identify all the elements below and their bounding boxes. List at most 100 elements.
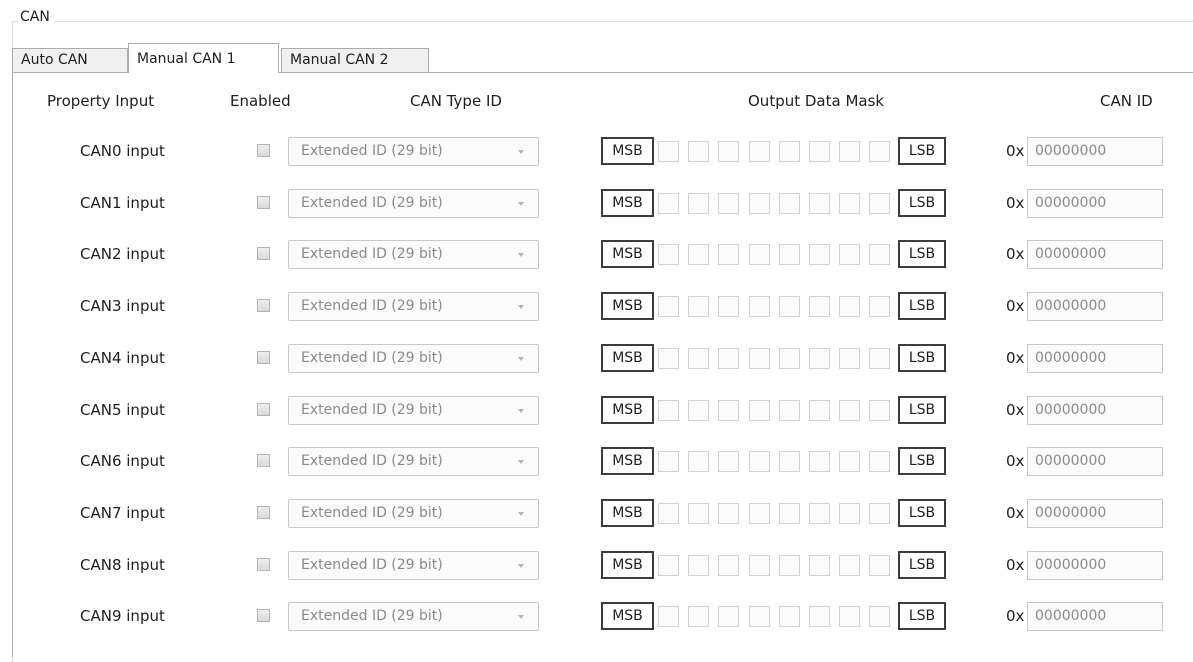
mask-bit-4[interactable] — [779, 348, 800, 369]
can-type-id-dropdown[interactable]: Extended ID (29 bit) — [288, 137, 539, 166]
tab-auto-can[interactable]: Auto CAN — [12, 48, 128, 72]
mask-bit-7[interactable] — [869, 141, 890, 162]
mask-bit-7[interactable] — [869, 400, 890, 421]
enabled-checkbox[interactable] — [257, 247, 270, 260]
mask-bit-2[interactable] — [718, 296, 739, 317]
can-type-id-dropdown[interactable]: Extended ID (29 bit) — [288, 292, 539, 321]
mask-bit-0[interactable] — [658, 503, 679, 524]
mask-bit-3[interactable] — [749, 451, 770, 472]
mask-bit-4[interactable] — [779, 503, 800, 524]
mask-bit-3[interactable] — [749, 296, 770, 317]
mask-bit-2[interactable] — [718, 244, 739, 265]
mask-bit-5[interactable] — [809, 503, 830, 524]
mask-bit-4[interactable] — [779, 400, 800, 421]
mask-bit-4[interactable] — [779, 606, 800, 627]
mask-bit-4[interactable] — [779, 296, 800, 317]
mask-bit-5[interactable] — [809, 451, 830, 472]
mask-bit-0[interactable] — [658, 244, 679, 265]
mask-bit-3[interactable] — [749, 555, 770, 576]
mask-bit-7[interactable] — [869, 555, 890, 576]
mask-bit-0[interactable] — [658, 400, 679, 421]
enabled-checkbox[interactable] — [257, 609, 270, 622]
can-type-id-dropdown[interactable]: Extended ID (29 bit) — [288, 499, 539, 528]
mask-bit-6[interactable] — [839, 348, 860, 369]
mask-bit-7[interactable] — [869, 193, 890, 214]
mask-bit-2[interactable] — [718, 606, 739, 627]
can-id-input[interactable]: 00000000 — [1027, 240, 1163, 269]
can-type-id-dropdown[interactable]: Extended ID (29 bit) — [288, 240, 539, 269]
mask-bit-3[interactable] — [749, 606, 770, 627]
mask-bit-5[interactable] — [809, 296, 830, 317]
enabled-checkbox[interactable] — [257, 196, 270, 209]
enabled-checkbox[interactable] — [257, 144, 270, 157]
enabled-checkbox[interactable] — [257, 351, 270, 364]
mask-bit-3[interactable] — [749, 503, 770, 524]
mask-bit-2[interactable] — [718, 348, 739, 369]
mask-bit-6[interactable] — [839, 503, 860, 524]
can-type-id-dropdown[interactable]: Extended ID (29 bit) — [288, 344, 539, 373]
mask-bit-6[interactable] — [839, 141, 860, 162]
mask-bit-1[interactable] — [688, 555, 709, 576]
mask-bit-7[interactable] — [869, 503, 890, 524]
can-id-input[interactable]: 00000000 — [1027, 292, 1163, 321]
mask-bit-0[interactable] — [658, 555, 679, 576]
mask-bit-1[interactable] — [688, 244, 709, 265]
tab-manual-can-2[interactable]: Manual CAN 2 — [281, 48, 429, 72]
mask-bit-7[interactable] — [869, 244, 890, 265]
mask-bit-5[interactable] — [809, 400, 830, 421]
mask-bit-1[interactable] — [688, 451, 709, 472]
mask-bit-3[interactable] — [749, 193, 770, 214]
mask-bit-4[interactable] — [779, 451, 800, 472]
can-type-id-dropdown[interactable]: Extended ID (29 bit) — [288, 602, 539, 631]
mask-bit-0[interactable] — [658, 193, 679, 214]
mask-bit-7[interactable] — [869, 606, 890, 627]
mask-bit-5[interactable] — [809, 244, 830, 265]
mask-bit-4[interactable] — [779, 141, 800, 162]
mask-bit-2[interactable] — [718, 451, 739, 472]
mask-bit-3[interactable] — [749, 141, 770, 162]
can-id-input[interactable]: 00000000 — [1027, 447, 1163, 476]
mask-bit-4[interactable] — [779, 193, 800, 214]
mask-bit-1[interactable] — [688, 503, 709, 524]
mask-bit-7[interactable] — [869, 451, 890, 472]
mask-bit-5[interactable] — [809, 606, 830, 627]
can-id-input[interactable]: 00000000 — [1027, 499, 1163, 528]
can-type-id-dropdown[interactable]: Extended ID (29 bit) — [288, 551, 539, 580]
mask-bit-4[interactable] — [779, 555, 800, 576]
can-id-input[interactable]: 00000000 — [1027, 137, 1163, 166]
mask-bit-0[interactable] — [658, 141, 679, 162]
mask-bit-3[interactable] — [749, 400, 770, 421]
mask-bit-0[interactable] — [658, 296, 679, 317]
mask-bit-7[interactable] — [869, 296, 890, 317]
mask-bit-5[interactable] — [809, 193, 830, 214]
mask-bit-4[interactable] — [779, 244, 800, 265]
mask-bit-6[interactable] — [839, 193, 860, 214]
mask-bit-2[interactable] — [718, 503, 739, 524]
can-id-input[interactable]: 00000000 — [1027, 344, 1163, 373]
mask-bit-3[interactable] — [749, 244, 770, 265]
can-type-id-dropdown[interactable]: Extended ID (29 bit) — [288, 447, 539, 476]
mask-bit-6[interactable] — [839, 296, 860, 317]
can-id-input[interactable]: 00000000 — [1027, 602, 1163, 631]
mask-bit-6[interactable] — [839, 606, 860, 627]
mask-bit-1[interactable] — [688, 348, 709, 369]
enabled-checkbox[interactable] — [257, 558, 270, 571]
mask-bit-1[interactable] — [688, 141, 709, 162]
mask-bit-1[interactable] — [688, 400, 709, 421]
mask-bit-1[interactable] — [688, 296, 709, 317]
enabled-checkbox[interactable] — [257, 299, 270, 312]
mask-bit-5[interactable] — [809, 555, 830, 576]
mask-bit-1[interactable] — [688, 193, 709, 214]
mask-bit-1[interactable] — [688, 606, 709, 627]
mask-bit-0[interactable] — [658, 606, 679, 627]
enabled-checkbox[interactable] — [257, 506, 270, 519]
mask-bit-6[interactable] — [839, 451, 860, 472]
tab-manual-can-1[interactable]: Manual CAN 1 — [128, 43, 279, 73]
mask-bit-3[interactable] — [749, 348, 770, 369]
enabled-checkbox[interactable] — [257, 454, 270, 467]
mask-bit-2[interactable] — [718, 193, 739, 214]
can-id-input[interactable]: 00000000 — [1027, 189, 1163, 218]
mask-bit-6[interactable] — [839, 400, 860, 421]
mask-bit-0[interactable] — [658, 451, 679, 472]
mask-bit-0[interactable] — [658, 348, 679, 369]
